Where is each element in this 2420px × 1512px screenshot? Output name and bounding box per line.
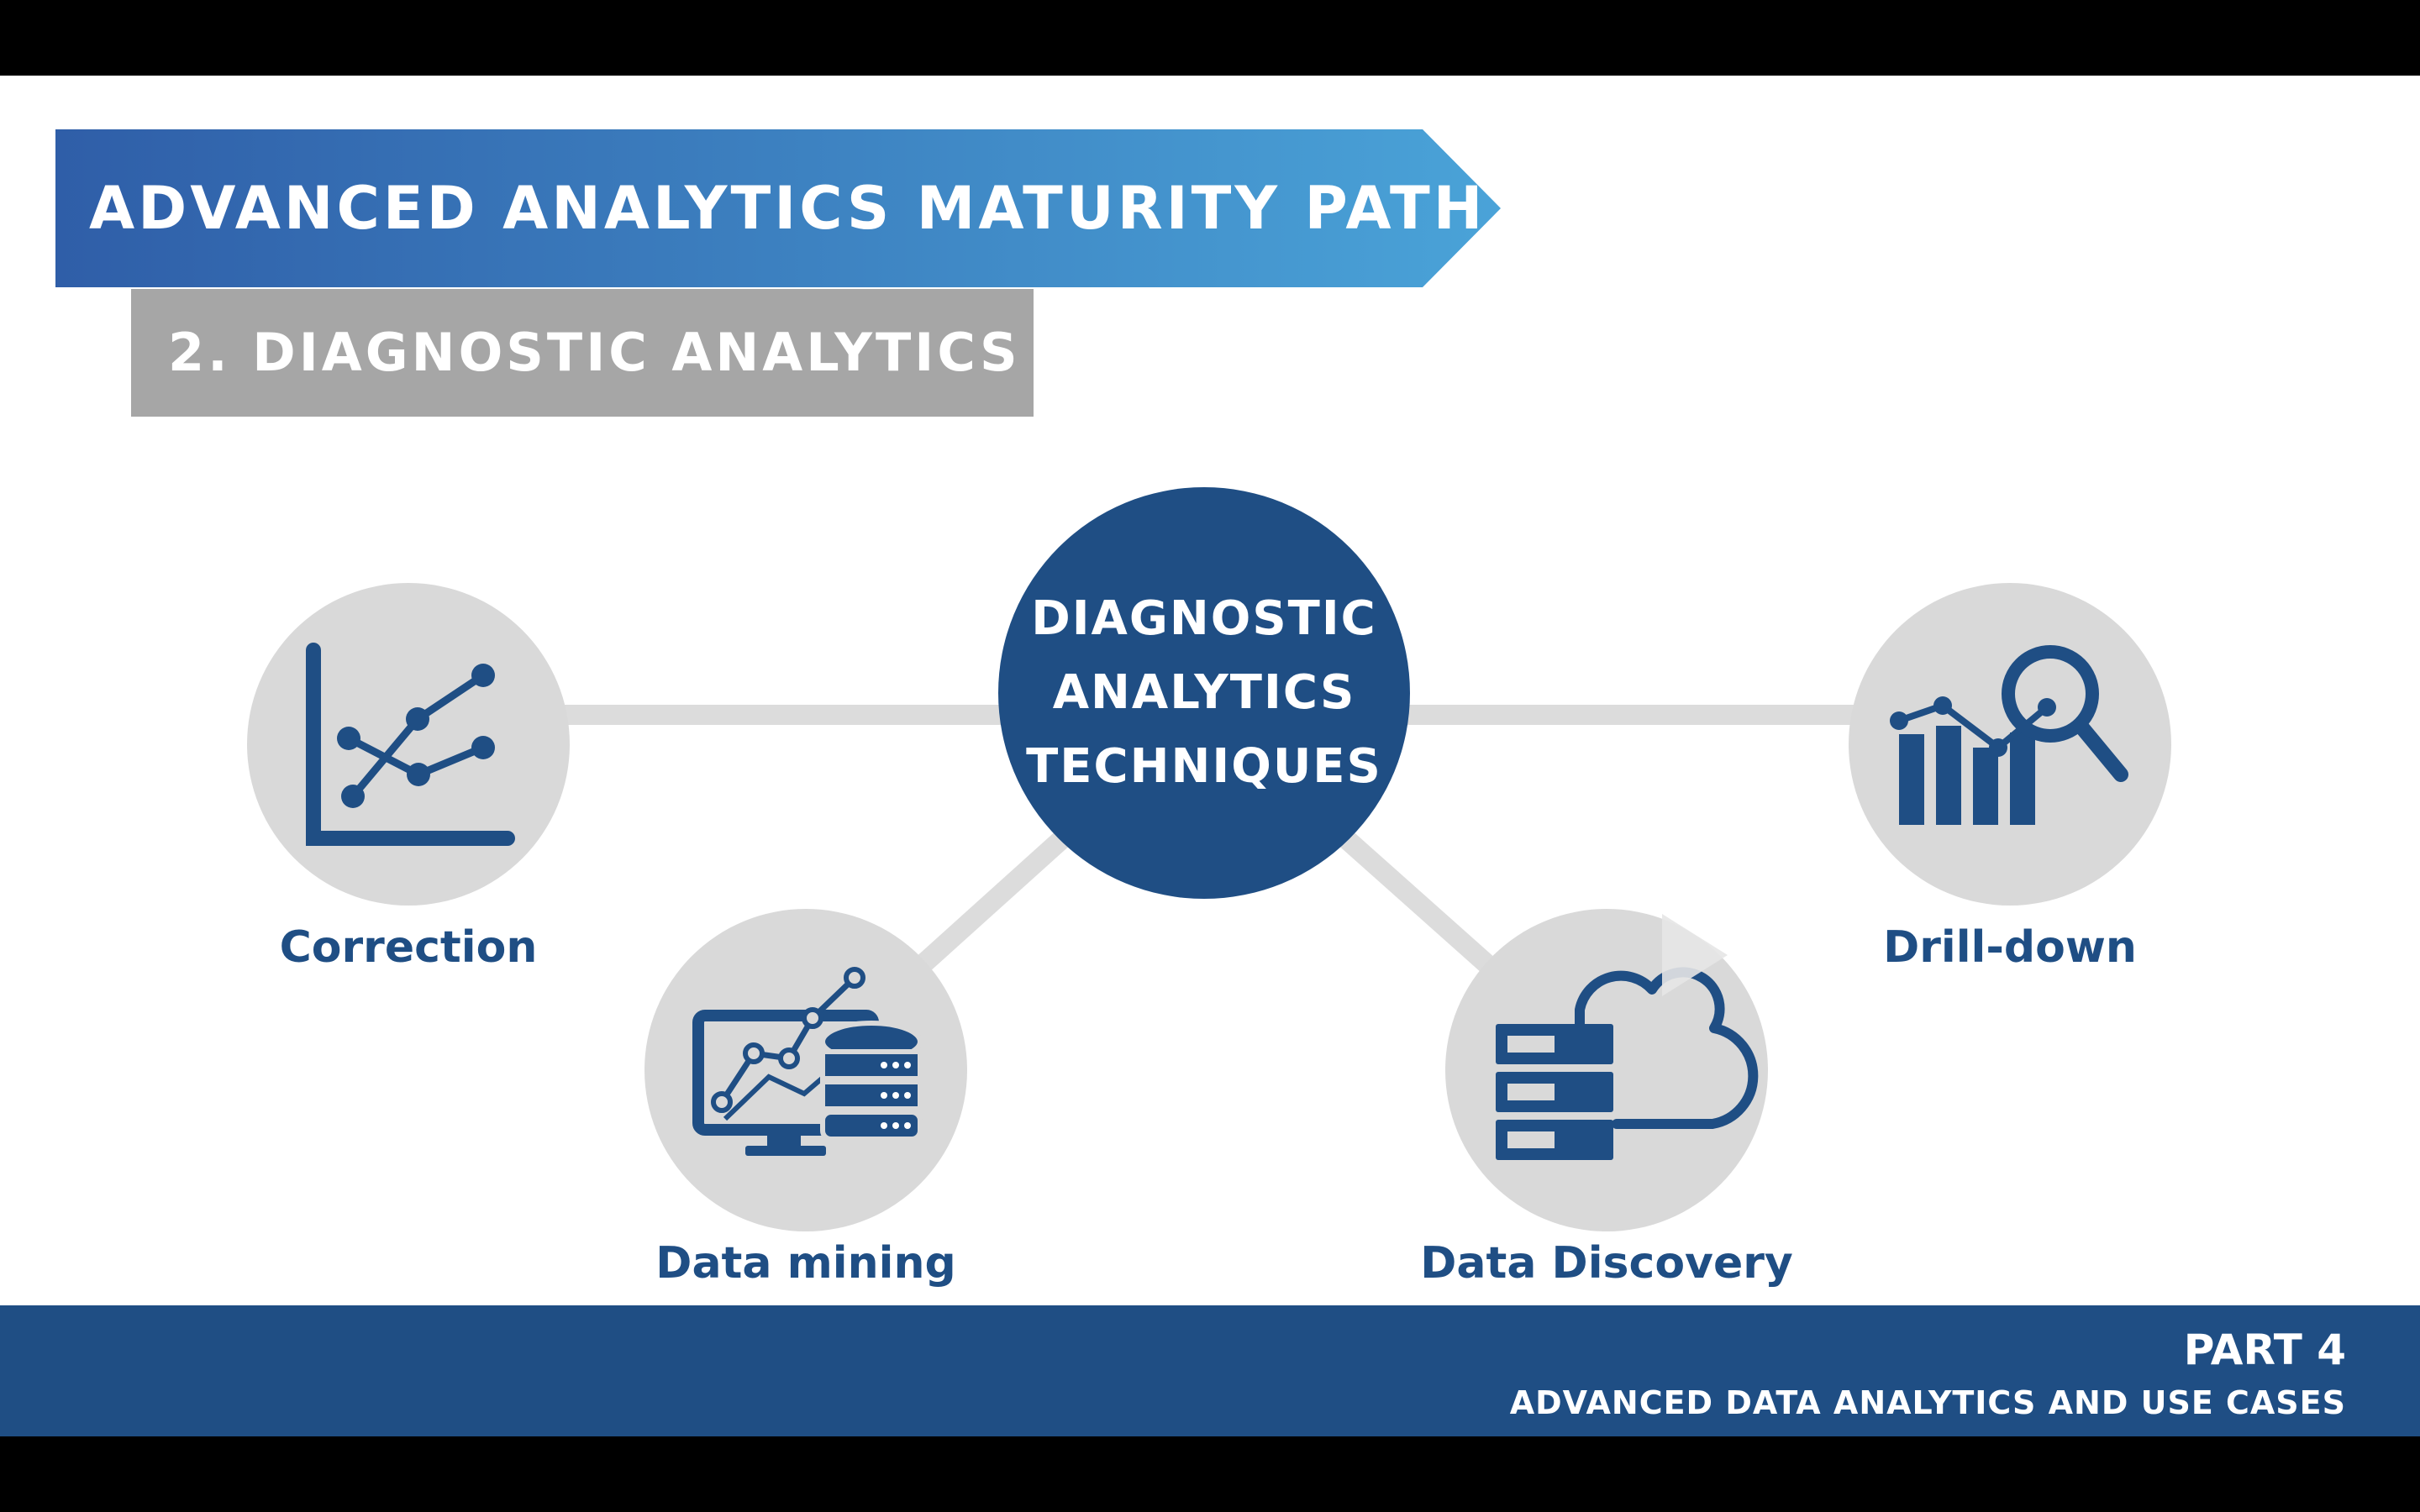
node-label-data-mining: Data mining xyxy=(655,1238,956,1289)
node-correction xyxy=(247,583,570,906)
center-node: DIAGNOSTIC ANALYTICS TECHNIQUES xyxy=(998,487,1410,899)
magnifier-bar-chart-icon xyxy=(1890,645,2128,825)
node-label-data-discovery: Data Discovery xyxy=(1420,1238,1793,1289)
footer-subtitle: ADVANCED DATA ANALYTICS AND USE CASES xyxy=(1509,1384,2346,1421)
center-line-2: ANALYTICS xyxy=(1052,665,1356,720)
play-icon[interactable] xyxy=(1657,909,1733,1001)
line-chart-icon xyxy=(306,643,515,846)
center-line-3: TECHNIQUES xyxy=(1026,739,1382,794)
slide: ADVANCED ANALYTICS MATURITY PATH 2. DIAG… xyxy=(0,76,2420,1436)
node-label-drill-down: Drill-down xyxy=(1883,922,2137,973)
footer-part: PART 4 xyxy=(2183,1326,2346,1374)
data-mining-icon xyxy=(692,967,923,1156)
footer-bar: PART 4 ADVANCED DATA ANALYTICS AND USE C… xyxy=(0,1305,2420,1436)
node-drill-down xyxy=(1849,583,2171,906)
node-data-mining xyxy=(644,909,967,1231)
center-line-1: DIAGNOSTIC xyxy=(1031,591,1377,646)
node-label-correction: Correction xyxy=(279,922,538,973)
